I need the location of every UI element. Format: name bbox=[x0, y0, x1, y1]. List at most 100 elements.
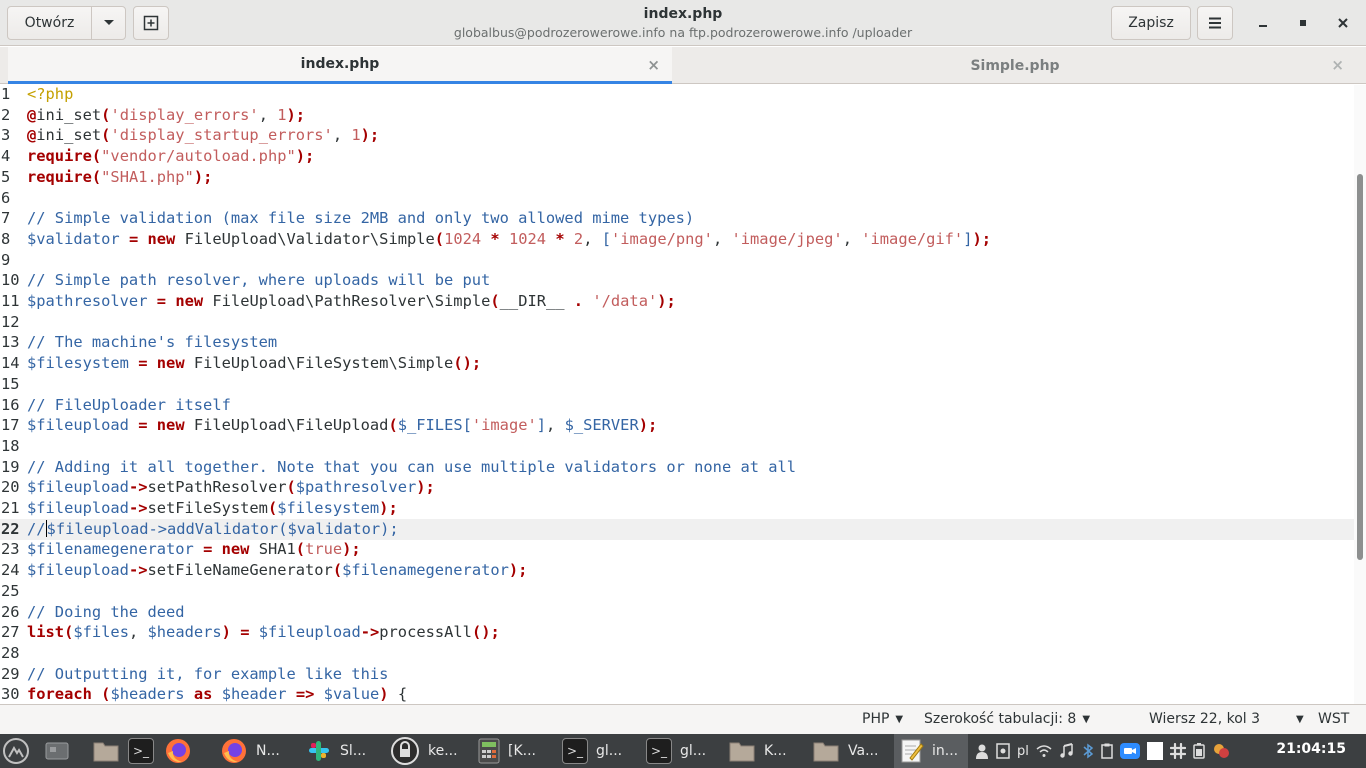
header-bar: Otwórz index.php globalbus@podrozerowero… bbox=[0, 0, 1366, 46]
code-line[interactable]: 13 // The machine's filesystem bbox=[0, 332, 1354, 353]
code-line[interactable]: 24 $fileupload->setFileNameGenerator($fil… bbox=[0, 560, 1354, 581]
line-number: 23 bbox=[1, 540, 20, 559]
code-line[interactable]: 15 bbox=[0, 374, 1354, 395]
app-menu-button[interactable] bbox=[2, 734, 30, 768]
terminal-icon: >_ bbox=[646, 738, 672, 764]
task-terminal[interactable]: >_ bbox=[128, 734, 154, 768]
code-line[interactable]: 29 // Outputting it, for example like thi… bbox=[0, 664, 1354, 685]
code-line[interactable]: 6 bbox=[0, 188, 1354, 209]
code-line[interactable]: 14 $filesystem = new FileUpload\FileSyste… bbox=[0, 353, 1354, 374]
hamburger-menu-button[interactable] bbox=[1197, 6, 1233, 40]
code-line[interactable]: 7 // Simple validation (max file size 2MB… bbox=[0, 208, 1354, 229]
code-line[interactable]: 25 bbox=[0, 581, 1354, 602]
vertical-scrollbar[interactable] bbox=[1354, 85, 1366, 704]
save-button[interactable]: Zapisz bbox=[1111, 6, 1191, 40]
code-line[interactable]: 26 // Doing the deed bbox=[0, 602, 1354, 623]
insert-mode-indicator[interactable]: WST bbox=[1318, 711, 1349, 727]
task-folder-2[interactable]: Va... bbox=[810, 734, 894, 768]
task-keepass[interactable]: ke... bbox=[386, 734, 470, 768]
cursor-position-selector[interactable]: Wiersz 22, kol 3 ▼ bbox=[1149, 711, 1304, 727]
tab-width-selector[interactable]: Szerokość tabulacji: 8 ▼ bbox=[924, 711, 1090, 727]
code-line[interactable]: 16 // FileUploader itself bbox=[0, 395, 1354, 416]
code-line[interactable]: 12 bbox=[0, 312, 1354, 333]
code-line[interactable]: 1 <?php bbox=[0, 85, 1354, 105]
task-calculator[interactable]: [K... bbox=[472, 734, 556, 768]
open-button[interactable]: Otwórz bbox=[7, 6, 92, 40]
code-line[interactable]: 22 //$fileupload->addValidator($validator… bbox=[0, 518, 1354, 540]
slack-tray-icon[interactable] bbox=[1169, 743, 1186, 759]
code-token: , bbox=[332, 126, 352, 145]
code-line[interactable]: 10 // Simple path resolver, where uploads… bbox=[0, 270, 1354, 291]
language-selector[interactable]: PHP ▼ bbox=[862, 711, 903, 727]
code-line[interactable]: 23 $filenamegenerator = new SHA1(true); bbox=[0, 539, 1354, 560]
maximize-button[interactable] bbox=[1288, 8, 1318, 38]
task-terminal-2[interactable]: >_ gl... bbox=[642, 734, 726, 768]
code-line[interactable]: 28 bbox=[0, 643, 1354, 664]
code-token: = bbox=[138, 354, 148, 373]
open-button-label: Otwórz bbox=[24, 15, 75, 31]
open-menu-button[interactable] bbox=[91, 6, 126, 40]
zoom-icon[interactable] bbox=[1119, 743, 1140, 759]
task-firefox[interactable] bbox=[164, 734, 192, 768]
scrollbar-thumb[interactable] bbox=[1357, 174, 1363, 560]
code-token: , bbox=[128, 623, 148, 642]
task-text-editor[interactable]: in... bbox=[894, 734, 968, 768]
task-terminal-1[interactable]: >_ gl... bbox=[558, 734, 642, 768]
code-line[interactable]: 17 $fileupload = new FileUpload\FileUploa… bbox=[0, 415, 1354, 436]
code-line[interactable]: 20 $fileupload->setPathResolver($pathreso… bbox=[0, 477, 1354, 498]
bluetooth-icon[interactable] bbox=[1082, 743, 1094, 759]
notes-icon[interactable] bbox=[1146, 742, 1163, 760]
code-token: ) bbox=[379, 685, 389, 704]
code-line[interactable]: 3 @ini_set('display_startup_errors', 1); bbox=[0, 125, 1354, 146]
code-text: $fileupload = new FileUpload\FileUpload(… bbox=[27, 416, 657, 434]
code-line[interactable]: 11 $pathresolver = new FileUpload\PathRes… bbox=[0, 291, 1354, 312]
code-line[interactable]: 27 list($files, $headers) = $fileupload->… bbox=[0, 622, 1354, 643]
code-line[interactable]: 9 bbox=[0, 250, 1354, 271]
task-folder-1[interactable]: K... bbox=[726, 734, 810, 768]
terminal-icon: >_ bbox=[562, 738, 588, 764]
slack-icon bbox=[309, 741, 329, 761]
code-token: ( bbox=[267, 499, 278, 517]
code-line[interactable]: 4 require("vendor/autoload.php"); bbox=[0, 146, 1354, 167]
keyboard-layout-indicator[interactable]: pl bbox=[1017, 744, 1029, 759]
code-token: ); bbox=[416, 478, 435, 497]
code-token: FileUpload\PathResolver\Simple bbox=[203, 292, 491, 310]
show-desktop-button[interactable] bbox=[44, 734, 70, 768]
battery-icon[interactable] bbox=[1193, 743, 1205, 759]
minimize-icon bbox=[1259, 25, 1267, 27]
code-editor[interactable]: 1 <?php 2 @ini_set('display_errors', 1); 3 @i… bbox=[0, 85, 1366, 704]
new-document-button[interactable] bbox=[133, 6, 169, 40]
clock[interactable]: 21:04:15 bbox=[1276, 741, 1346, 757]
task-label: N... bbox=[256, 743, 280, 759]
task-slack[interactable]: Sl... bbox=[300, 734, 384, 768]
close-window-button[interactable] bbox=[1328, 8, 1358, 38]
code-line[interactable]: 5 require("SHA1.php"); bbox=[0, 167, 1354, 188]
code-token: new bbox=[147, 229, 176, 248]
tab-close-icon[interactable]: × bbox=[1331, 56, 1344, 74]
tab-index-php[interactable]: index.php × bbox=[8, 47, 672, 84]
volume-icon[interactable] bbox=[1059, 743, 1075, 759]
code-token: new bbox=[156, 354, 185, 373]
code-line[interactable]: 8 $validator = new FileUpload\Validator\S… bbox=[0, 229, 1354, 250]
tab-simple-php[interactable]: Simple.php × bbox=[672, 47, 1358, 84]
minimize-button[interactable] bbox=[1248, 8, 1278, 38]
code-line[interactable]: 19 // Adding it all together. Note that y… bbox=[0, 457, 1354, 478]
code-token: FileUpload\FileSystem\Simple bbox=[184, 354, 454, 373]
weather-icon[interactable] bbox=[1212, 742, 1232, 760]
code-line[interactable]: 2 @ini_set('display_errors', 1); bbox=[0, 105, 1354, 126]
screenshot-icon[interactable] bbox=[996, 743, 1010, 759]
code-line[interactable]: 30 foreach ($headers as $header => $value… bbox=[0, 684, 1354, 704]
code-token: // Outputting it, for example like this bbox=[27, 664, 389, 683]
tab-close-icon[interactable]: × bbox=[647, 56, 660, 74]
clipboard-icon[interactable] bbox=[1101, 743, 1113, 759]
line-number: 20 bbox=[1, 478, 20, 497]
wifi-icon[interactable] bbox=[1036, 744, 1052, 758]
code-token: ); bbox=[193, 167, 213, 186]
file-manager-launcher[interactable] bbox=[92, 734, 120, 768]
folder-icon bbox=[93, 742, 119, 762]
code-line[interactable]: 18 bbox=[0, 436, 1354, 457]
user-icon[interactable] bbox=[975, 743, 989, 759]
task-firefox-window[interactable]: N... bbox=[214, 734, 298, 768]
code-line[interactable]: 21 $fileupload->setFileSystem($filesystem… bbox=[0, 498, 1354, 519]
